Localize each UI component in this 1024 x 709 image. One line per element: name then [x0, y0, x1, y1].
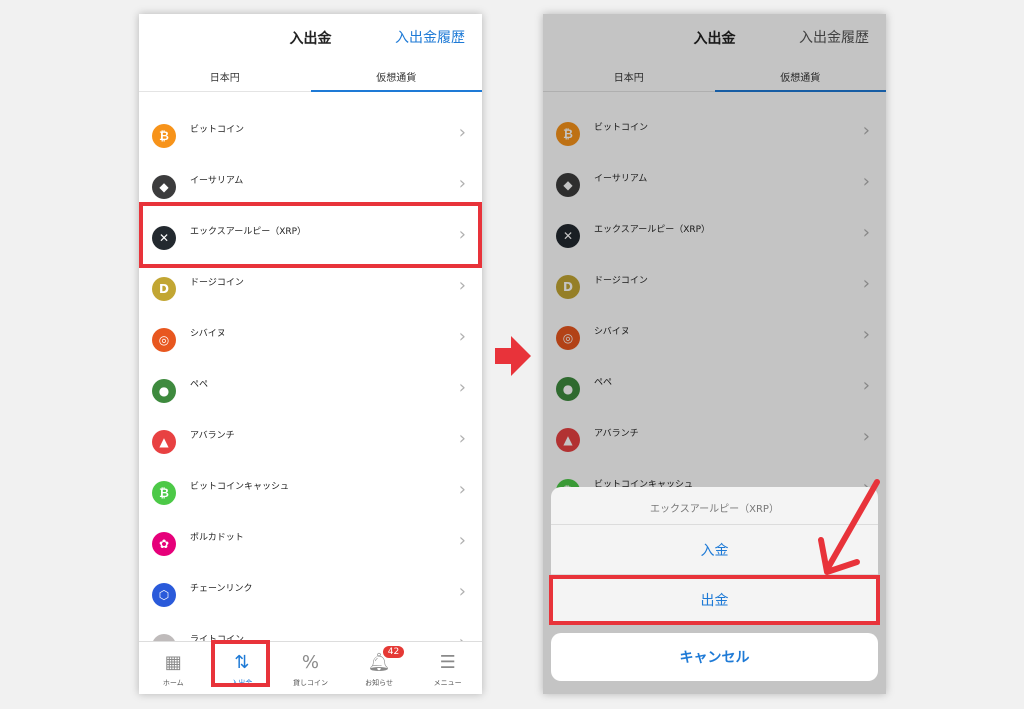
header: 入出金 入出金履歴: [139, 14, 482, 62]
coin-row[interactable]: ◎ シバイヌ ›: [139, 310, 482, 361]
home-icon: ▦: [164, 652, 182, 673]
coin-name: アバランチ: [190, 431, 235, 441]
coin-name: ビットコインキャッシュ: [190, 482, 290, 492]
cancel-button[interactable]: キャンセル: [551, 633, 878, 681]
coin-row[interactable]: ✿ ポルカドット ›: [139, 514, 482, 565]
ethereum-icon: ◆: [152, 175, 176, 199]
coin-row[interactable]: ● ペペ ›: [139, 361, 482, 412]
coin-row[interactable]: ₿ ビットコイン ›: [139, 106, 482, 157]
chevron-right-icon: ›: [458, 377, 466, 398]
lending-coin-icon: %: [301, 652, 320, 673]
pepe-icon: ●: [152, 379, 176, 403]
notification-badge: 42: [382, 646, 405, 658]
coin-list: ₿ ビットコイン › ◆ イーサリアム › ✕ エックスアールピー（XRP） › D ドージコイン ›…: [139, 106, 482, 667]
arrow-right-icon: [495, 336, 531, 376]
coin-name: ドージコイン: [190, 278, 244, 288]
bitcoin-cash-icon: ₿: [152, 481, 176, 505]
chainlink-icon: ⬡: [152, 583, 176, 607]
chevron-right-icon: ›: [458, 581, 466, 602]
history-link[interactable]: 入出金履歴: [395, 27, 465, 47]
coin-name: シバイヌ: [190, 329, 226, 339]
tabbar-lending[interactable]: % 貸しコイン: [276, 642, 345, 694]
phone-screen-list: 入出金 入出金履歴 日本円 仮想通貨 ₿ ビットコイン › ◆ イーサリアム › ✕ エックス…: [139, 14, 482, 694]
coin-row[interactable]: ▲ アバランチ ›: [139, 412, 482, 463]
currency-tabs: 日本円 仮想通貨: [139, 62, 482, 92]
tabbar-notifications[interactable]: 🔔︎ 42 お知らせ: [345, 642, 414, 694]
polkadot-icon: ✿: [152, 532, 176, 556]
tabbar-home[interactable]: ▦ ホーム: [139, 642, 208, 694]
coin-name: ポルカドット: [190, 533, 244, 543]
coin-name: チェーンリンク: [190, 584, 253, 594]
highlight-xrp-row: [139, 202, 482, 268]
coin-row[interactable]: ⬡ チェーンリンク ›: [139, 565, 482, 616]
coin-row[interactable]: ◆ イーサリアム ›: [139, 157, 482, 208]
chevron-right-icon: ›: [458, 122, 466, 143]
dogecoin-icon: D: [152, 277, 176, 301]
tab-crypto[interactable]: 仮想通貨: [310, 62, 483, 92]
chevron-right-icon: ›: [458, 479, 466, 500]
bottom-tab-bar: ▦ ホーム ⇅ 入出金 % 貸しコイン 🔔︎ 42 お知らせ ☰ メニュー: [139, 641, 482, 694]
shiba-icon: ◎: [152, 328, 176, 352]
coin-name: イーサリアム: [190, 176, 244, 186]
tab-jpy[interactable]: 日本円: [139, 62, 311, 91]
chevron-right-icon: ›: [458, 275, 466, 296]
coin-row[interactable]: ₿ ビットコインキャッシュ ›: [139, 463, 482, 514]
chevron-right-icon: ›: [458, 428, 466, 449]
tabbar-menu[interactable]: ☰ メニュー: [413, 642, 482, 694]
avalanche-icon: ▲: [152, 430, 176, 454]
hamburger-menu-icon: ☰: [439, 652, 456, 673]
chevron-right-icon: ›: [458, 173, 466, 194]
chevron-right-icon: ›: [458, 530, 466, 551]
chevron-right-icon: ›: [458, 326, 466, 347]
bitcoin-icon: ₿: [152, 124, 176, 148]
highlight-withdraw-button: [549, 575, 880, 625]
coin-name: ビットコイン: [190, 125, 245, 135]
pointer-arrow-icon: [818, 479, 880, 575]
coin-name: ペペ: [190, 380, 209, 390]
highlight-deposit-tab: [211, 640, 270, 687]
